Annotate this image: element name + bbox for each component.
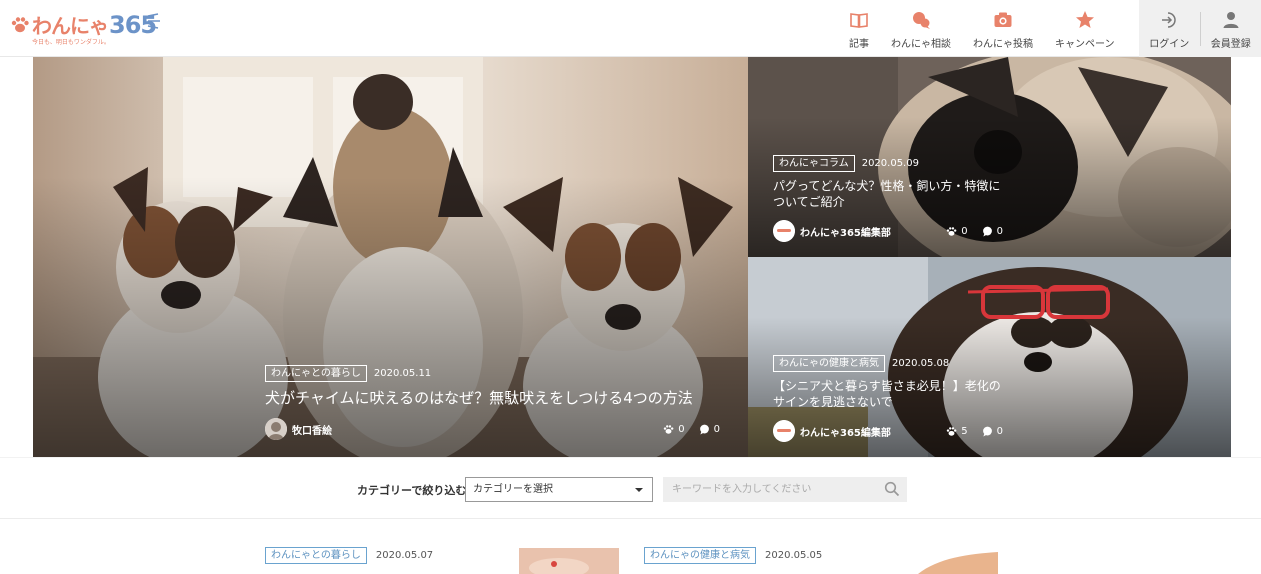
site-logo[interactable]: わんにゃ 365 今日も、明日もワンダフル。: [10, 10, 160, 46]
book-icon: [850, 13, 868, 28]
list-category-tag[interactable]: わんにゃの健康と病気: [644, 547, 756, 564]
author[interactable]: わんにゃ365編集部: [773, 220, 891, 243]
article-title[interactable]: 犬がチャイムに吠えるのはなぜ？無駄吠えをしつける4つの方法: [265, 388, 720, 408]
paw-like-icon: [947, 427, 957, 436]
comment-count[interactable]: 0: [982, 426, 1003, 437]
filter-label: カテゴリーで絞り込む: [357, 484, 467, 497]
like-count[interactable]: 0: [946, 225, 968, 237]
list-thumbnail[interactable]: [898, 548, 998, 574]
category-tag[interactable]: わんにゃの健康と病気: [773, 355, 885, 372]
nav-consult-label: わんにゃ相談: [891, 39, 951, 50]
post-date: 2020.05.08: [892, 358, 950, 369]
nav-register[interactable]: 会員登録: [1200, 0, 1261, 57]
list-date: 2020.05.05: [765, 550, 823, 561]
article-stats: 5 0: [932, 426, 1003, 437]
author-name: わんにゃ365編集部: [800, 427, 891, 439]
nav-login[interactable]: ログイン: [1139, 0, 1200, 57]
login-icon: [1162, 12, 1176, 28]
nav-consult[interactable]: わんにゃ相談: [880, 0, 962, 57]
post-date: 2020.05.11: [373, 368, 432, 379]
article-stats: 0 0: [649, 424, 720, 435]
article-title[interactable]: パグってどんな犬？性格・飼い方・特徴についてご紹介: [773, 178, 1003, 210]
comment-icon: [982, 226, 992, 237]
nav-login-label: ログイン: [1149, 39, 1190, 50]
like-count[interactable]: 5: [946, 425, 968, 437]
comment-count-value: 0: [996, 425, 1003, 437]
nav-articles[interactable]: 記事: [838, 0, 880, 57]
chevron-down-icon: [635, 488, 643, 492]
comment-count[interactable]: 0: [982, 226, 1003, 237]
paw-like-icon: [664, 424, 674, 434]
nav-register-label: 会員登録: [1210, 39, 1251, 50]
hero-card-main[interactable]: わんにゃとの暮らし 2020.05.11 犬がチャイムに吠えるのはなぜ？無駄吠え…: [33, 57, 748, 457]
category-tag[interactable]: わんにゃコラム: [773, 155, 855, 172]
like-count-value: 0: [961, 225, 968, 237]
camera-icon: [994, 12, 1012, 27]
comment-icon: [699, 424, 709, 435]
user-icon: [1223, 12, 1239, 28]
paw-icon: [11, 17, 29, 33]
logo-text: わんにゃ: [32, 14, 109, 38]
hero-main-overlay: わんにゃとの暮らし 2020.05.11 犬がチャイムに吠えるのはなぜ？無駄吠え…: [265, 365, 720, 441]
site-header: わんにゃ 365 今日も、明日もワンダフル。 記事 わんにゃ相談 わんにゃ投稿 …: [0, 0, 1261, 57]
comment-count-value: 0: [996, 225, 1003, 237]
brand-avatar-icon: [773, 420, 795, 443]
hero-section: わんにゃとの暮らし 2020.05.11 犬がチャイムに吠えるのはなぜ？無駄吠え…: [33, 57, 1231, 457]
keyword-search-input[interactable]: キーワードを入力してください: [663, 477, 907, 502]
list-category-tag[interactable]: わんにゃとの暮らし: [265, 547, 367, 564]
like-count-value: 5: [961, 425, 968, 437]
list-thumbnail[interactable]: [519, 548, 619, 574]
main-nav: 記事 わんにゃ相談 わんにゃ投稿 キャンペーン: [838, 0, 1126, 57]
category-tag[interactable]: わんにゃとの暮らし: [265, 365, 367, 382]
nav-post[interactable]: わんにゃ投稿: [962, 0, 1044, 57]
search-icon[interactable]: [884, 481, 900, 497]
article-title[interactable]: 【シニア犬と暮らす皆さま必見！】老化のサインを見逃さないで: [773, 378, 1003, 410]
author-name: わんにゃ365編集部: [800, 227, 891, 239]
hero-top-overlay: わんにゃコラム 2020.05.09 パグってどんな犬？性格・飼い方・特徴につい…: [773, 155, 1003, 243]
list-item[interactable]: わんにゃの健康と病気 2020.05.05: [644, 547, 822, 564]
comment-count[interactable]: 0: [699, 424, 720, 435]
star-icon: [1075, 11, 1094, 28]
nav-articles-label: 記事: [849, 39, 869, 50]
avatar: [773, 220, 795, 243]
logo-tagline: 今日も、明日もワンダフル。: [32, 39, 110, 46]
nav-campaign[interactable]: キャンペーン: [1044, 0, 1126, 57]
category-select[interactable]: カテゴリーを選択: [465, 477, 653, 502]
nav-post-label: わんにゃ投稿: [973, 39, 1033, 50]
list-date: 2020.05.07: [375, 550, 434, 561]
filter-bar: カテゴリーで絞り込む カテゴリーを選択 キーワードを入力してください: [0, 457, 1261, 519]
article-stats: 0 0: [932, 226, 1003, 237]
like-count-value: 0: [678, 423, 685, 435]
like-count[interactable]: 0: [663, 423, 685, 435]
paw-like-icon: [947, 227, 957, 236]
avatar: [773, 420, 795, 443]
avatar-image-icon: [265, 418, 287, 441]
nav-campaign-label: キャンペーン: [1055, 39, 1115, 50]
hero-card-top[interactable]: わんにゃコラム 2020.05.09 パグってどんな犬？性格・飼い方・特徴につい…: [748, 57, 1231, 257]
avatar: [265, 418, 287, 441]
author-name: 牧口香絵: [292, 425, 332, 437]
hero-bottom-overlay: わんにゃの健康と病気 2020.05.08 【シニア犬と暮らす皆さま必見！】老化…: [773, 355, 1003, 443]
hero-card-bottom[interactable]: わんにゃの健康と病気 2020.05.08 【シニア犬と暮らす皆さま必見！】老化…: [748, 257, 1231, 457]
sparkle-icon: [147, 13, 160, 29]
category-select-value: カテゴリーを選択: [473, 484, 553, 495]
list-item[interactable]: わんにゃとの暮らし 2020.05.07: [265, 547, 433, 564]
user-nav: ログイン 会員登録: [1139, 0, 1261, 57]
author[interactable]: 牧口香絵: [265, 418, 332, 441]
post-date: 2020.05.09: [861, 158, 919, 169]
author[interactable]: わんにゃ365編集部: [773, 420, 891, 443]
comment-count-value: 0: [713, 423, 720, 435]
comment-icon: [982, 426, 992, 437]
brand-avatar-icon: [773, 220, 795, 243]
chat-bubble-icon: [913, 12, 930, 29]
